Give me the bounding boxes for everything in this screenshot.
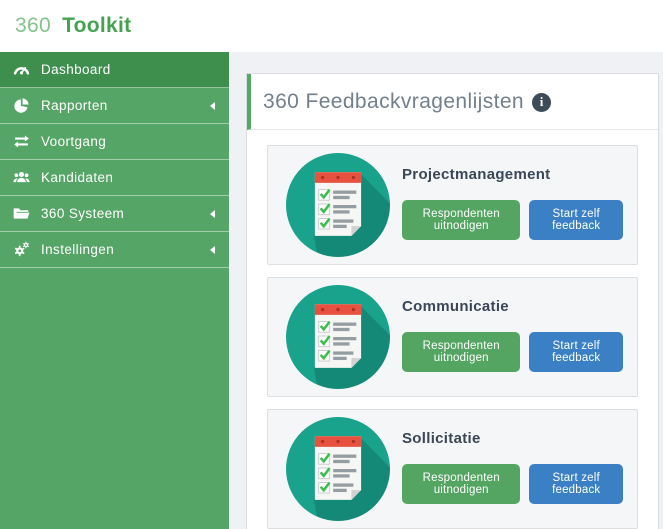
pie-chart-icon	[13, 97, 30, 114]
sidebar-item-rapporten[interactable]: Rapporten	[0, 88, 229, 124]
card-title: Sollicitatie	[402, 430, 481, 447]
card-title: Communicatie	[402, 298, 509, 315]
questionnaire-card-communicatie: Communicatie Respondenten uitnodigen Sta…	[267, 277, 638, 397]
submenu-caret-icon	[210, 101, 215, 110]
sidebar-item-label: Rapporten	[41, 98, 108, 113]
start-self-feedback-button[interactable]: Start zelf feedback	[529, 464, 623, 504]
sidebar-item-label: Voortgang	[41, 134, 107, 149]
checklist-clipboard-icon	[286, 285, 390, 389]
checklist-clipboard-icon	[286, 417, 390, 521]
card-title: Projectmanagement	[402, 166, 551, 183]
questionnaire-list: Projectmanagement Respondenten uitnodige…	[247, 130, 658, 529]
questionnaire-card-projectmanagement: Projectmanagement Respondenten uitnodige…	[267, 145, 638, 265]
logo-prefix: 360	[15, 14, 51, 37]
sidebar-item-voortgang[interactable]: Voortgang	[0, 124, 229, 160]
users-icon	[13, 169, 30, 186]
invite-respondents-button[interactable]: Respondenten uitnodigen	[402, 200, 521, 240]
sidebar-item-label: Dashboard	[41, 62, 111, 77]
start-self-feedback-button[interactable]: Start zelf feedback	[529, 332, 623, 372]
exchange-arrows-icon	[13, 133, 30, 150]
checklist-clipboard-icon	[286, 153, 390, 257]
sidebar-item-360-systeem[interactable]: 360 Systeem	[0, 196, 229, 232]
questionnaire-card-sollicitatie: Sollicitatie Respondenten uitnodigen Sta…	[267, 409, 638, 529]
main-content: 360 Feedbackvragenlijsten i Projectmanag…	[229, 52, 663, 529]
sidebar-nav: Dashboard Rapporten Voortgang Kandidaten…	[0, 52, 229, 529]
sidebar-item-label: Kandidaten	[41, 170, 114, 185]
panel-header: 360 Feedbackvragenlijsten i	[247, 74, 658, 130]
sidebar-item-instellingen[interactable]: Instellingen	[0, 232, 229, 268]
sidebar-item-dashboard[interactable]: Dashboard	[0, 52, 229, 88]
start-self-feedback-button[interactable]: Start zelf feedback	[529, 200, 623, 240]
submenu-caret-icon	[210, 209, 215, 218]
folder-open-icon	[13, 205, 30, 222]
info-circle-icon[interactable]: i	[532, 92, 551, 112]
app-logo[interactable]: 360 Toolkit	[15, 14, 131, 38]
content-panel: 360 Feedbackvragenlijsten i Projectmanag…	[246, 73, 659, 529]
sidebar-item-kandidaten[interactable]: Kandidaten	[0, 160, 229, 196]
sidebar-item-label: Instellingen	[41, 242, 115, 257]
submenu-caret-icon	[210, 245, 215, 254]
page-title: 360 Feedbackvragenlijsten	[263, 90, 524, 113]
dashboard-gauge-icon	[13, 61, 30, 78]
cogs-icon	[13, 241, 30, 258]
invite-respondents-button[interactable]: Respondenten uitnodigen	[402, 464, 521, 504]
invite-respondents-button[interactable]: Respondenten uitnodigen	[402, 332, 521, 372]
sidebar-item-label: 360 Systeem	[41, 206, 125, 221]
logo-name: Toolkit	[62, 14, 132, 37]
top-header: 360 Toolkit	[0, 0, 663, 52]
